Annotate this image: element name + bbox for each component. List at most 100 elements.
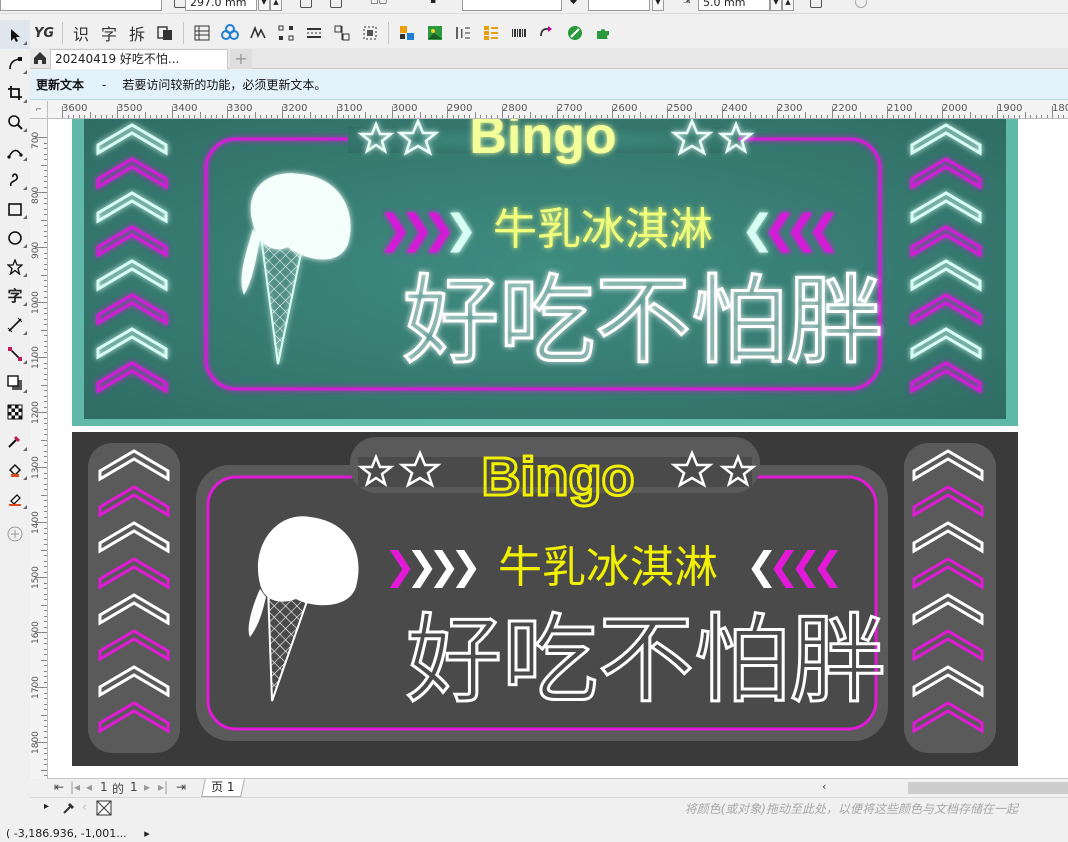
drop-shadow-tool[interactable] — [0, 368, 30, 397]
status-expand-icon[interactable]: ▸ — [144, 827, 150, 840]
interactive-fill-tool[interactable] — [0, 455, 30, 484]
portrait-icon[interactable] — [300, 0, 312, 8]
flower-icon[interactable] — [216, 20, 244, 46]
h-ruler-tick — [617, 115, 619, 118]
h-ruler-tick — [986, 115, 987, 118]
palette-expand-icon[interactable]: ▸ — [44, 801, 49, 812]
dup-dropdown[interactable]: ▼ — [770, 0, 782, 11]
h-ruler-tick — [529, 112, 531, 118]
color-blocks-icon[interactable] — [393, 20, 421, 46]
first-page-button[interactable]: |◂ — [70, 780, 80, 794]
recognize-button[interactable]: 识 — [67, 20, 95, 46]
ruler-origin[interactable]: ⌐ — [30, 101, 48, 119]
v-ruler-tick — [44, 670, 47, 672]
ellipse-tool[interactable] — [0, 223, 30, 252]
add-page-icon[interactable]: ⇥ — [176, 780, 186, 794]
page-1-tab[interactable]: 页 1 — [201, 779, 245, 797]
palette-scroll-left-icon[interactable]: ‹ — [82, 800, 87, 814]
lines-icon[interactable] — [300, 20, 328, 46]
zoom-tool[interactable] — [0, 107, 30, 136]
h-ruler-tick — [700, 115, 701, 118]
svg-text:❯: ❯ — [444, 207, 478, 253]
dimension-icon — [7, 317, 23, 332]
text-align-icon[interactable]: I — [449, 20, 477, 46]
height-dropdown[interactable]: ▼ — [258, 0, 270, 11]
list-icon[interactable] — [477, 20, 505, 46]
dup-stepper[interactable]: ▲ — [782, 0, 794, 11]
h-ruler-tick — [557, 106, 558, 118]
brush-plugin-icon[interactable] — [561, 20, 589, 46]
height-field[interactable]: 297.0 mm — [185, 0, 257, 11]
add-tab-button[interactable]: + — [230, 49, 252, 69]
v-ruler-tick — [44, 615, 47, 617]
units-icon[interactable]: ▪ — [430, 0, 442, 8]
horizontal-scrollbar[interactable]: ‹ — [818, 780, 1068, 796]
nudge-field[interactable] — [588, 0, 650, 11]
artistic-media-tool[interactable] — [0, 165, 30, 194]
v-ruler-tick — [44, 153, 47, 155]
split-block-icon[interactable] — [328, 20, 356, 46]
transparency-tool[interactable] — [0, 397, 30, 426]
smart-fill-tool[interactable] — [0, 484, 30, 513]
infobar-separator: - — [102, 78, 107, 92]
pick-tool[interactable] — [0, 20, 30, 49]
puzzle-icon[interactable] — [589, 20, 617, 46]
duplicate-distance-field[interactable]: 5.0 mm — [698, 0, 770, 11]
checker-icon — [7, 404, 23, 419]
nudge-dropdown[interactable]: ▼ — [652, 0, 664, 11]
h-ruler-tick — [62, 106, 63, 118]
h-ruler-label: 3500 — [117, 103, 143, 114]
yg-button[interactable]: YG — [30, 20, 58, 46]
parallel-dimension-tool[interactable] — [0, 310, 30, 339]
stack-icon[interactable] — [151, 20, 179, 46]
node-icon[interactable] — [272, 20, 300, 46]
trim-icon[interactable] — [244, 20, 272, 46]
h-ruler-tick — [870, 115, 872, 118]
connector-tool[interactable] — [0, 339, 30, 368]
split-button[interactable]: 拆 — [123, 20, 151, 46]
all-pages-icon[interactable]: ▢▢ — [370, 0, 387, 8]
h-ruler-label: 3100 — [337, 103, 363, 114]
text-tool[interactable]: 字 — [0, 281, 30, 310]
last-page-button[interactable]: ▸| — [158, 780, 168, 794]
shape-tool[interactable] — [0, 49, 30, 78]
rectangle-tool[interactable] — [0, 194, 30, 223]
curve-arrow-icon[interactable] — [533, 20, 561, 46]
landscape-icon[interactable] — [330, 0, 342, 8]
scroll-left-icon[interactable]: ‹ — [822, 780, 826, 793]
infobar-message: 若要访问较新的功能，必须更新文本。 — [122, 78, 327, 92]
first-page-icon[interactable]: ⇤ — [54, 780, 64, 794]
h-ruler-tick — [309, 112, 311, 118]
bottom-sign-panel[interactable]: Bingo ❯ ❯ ❯ ❯ ❮ ❮ ❮ ❮ 牛乳冰淇淋 好吃不怕胖 — [72, 432, 1018, 766]
freehand-tool[interactable] — [0, 136, 30, 165]
barcode-icon[interactable] — [505, 20, 533, 46]
height-stepper[interactable]: ▲ — [270, 0, 282, 11]
object-x-field[interactable] — [0, 0, 162, 11]
h-ruler-tick — [683, 115, 685, 118]
table-icon[interactable] — [188, 20, 216, 46]
vertical-ruler[interactable]: 7008009001000110012001300140015001600170… — [30, 119, 48, 779]
drawing-canvas[interactable]: Bingo ❯ ❯ ❯ ❯ ❮ ❮ ❮ ❮ 牛乳冰淇淋 好吃不怕胖 Bingo … — [48, 119, 1068, 778]
v-ruler-tick — [44, 698, 47, 699]
home-icon[interactable] — [32, 50, 48, 66]
select-region-icon[interactable] — [356, 20, 384, 46]
prev-page-button[interactable]: ◂ — [86, 780, 92, 794]
crop-tool[interactable] — [0, 78, 30, 107]
no-color-swatch-icon[interactable] — [96, 800, 112, 816]
color-eyedropper-tool[interactable] — [0, 426, 30, 455]
connector-icon — [8, 346, 22, 361]
horizontal-ruler[interactable]: 3600 3500 3400 3300 3200 3100 3000 2900 2800 2700… — [48, 101, 1068, 119]
units-select[interactable] — [462, 0, 562, 11]
palette-eyedropper-icon[interactable] — [62, 801, 76, 815]
image-icon[interactable] — [421, 20, 449, 46]
char-button[interactable]: 字 — [95, 20, 123, 46]
options-icon[interactable] — [810, 0, 822, 8]
scroll-thumb[interactable] — [908, 782, 1068, 794]
next-page-button[interactable]: ▸ — [144, 780, 150, 794]
top-sign-panel[interactable]: Bingo ❯ ❯ ❯ ❯ ❮ ❮ ❮ ❮ 牛乳冰淇淋 好吃不怕胖 — [72, 119, 1018, 426]
info-icon[interactable] — [855, 0, 867, 8]
add-tool[interactable] — [0, 519, 30, 548]
document-tab[interactable]: 20240419 好吃不怕... — [50, 49, 228, 69]
polygon-tool[interactable] — [0, 252, 30, 281]
h-ruler-tick — [502, 106, 503, 118]
